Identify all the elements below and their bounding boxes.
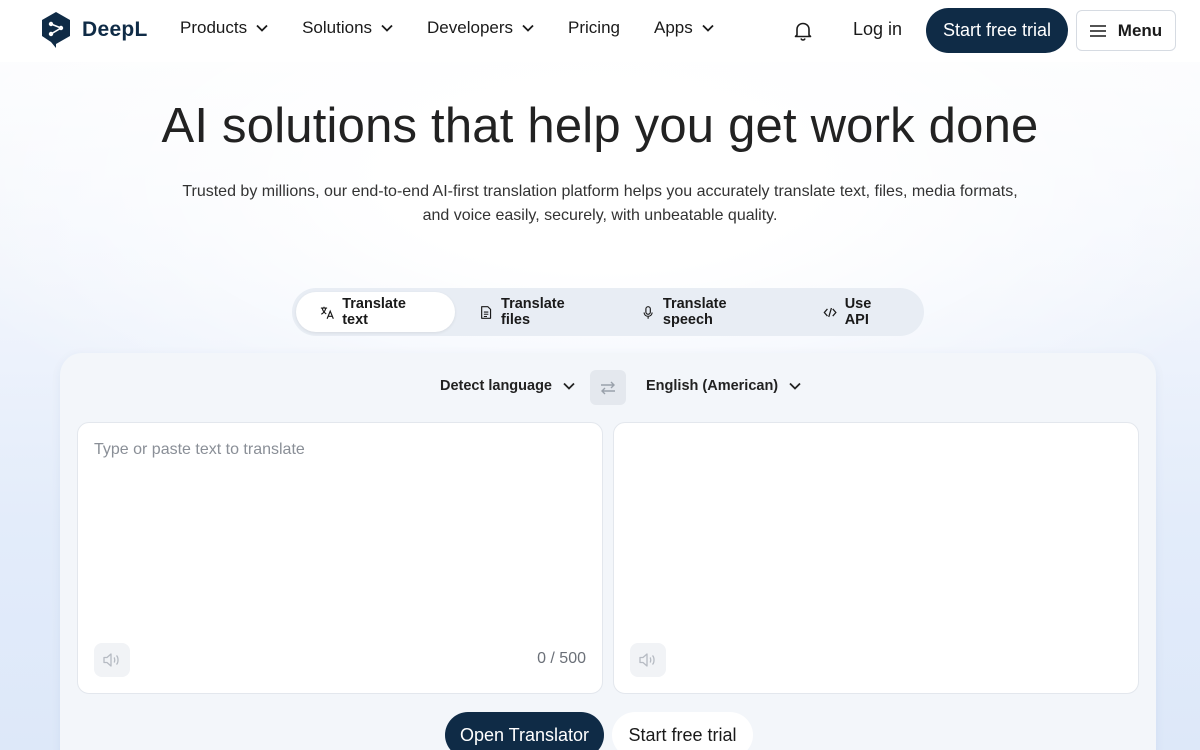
nav-item-pricing[interactable]: Pricing [568,18,620,38]
nav-item-developers[interactable]: Developers [427,18,534,38]
source-text-input[interactable]: Type or paste text to translate 0 / 500 [77,422,603,694]
deepl-logo[interactable]: DeepL [40,11,148,49]
source-language-select[interactable]: Detect language [440,378,575,394]
tab-label: Translate speech [662,296,727,328]
nav-item-apps[interactable]: Apps [654,18,714,38]
file-icon [480,305,491,319]
nav-item-label: Developers [427,18,514,37]
tab-label: Translate text [342,296,406,328]
tab-translate-speech[interactable]: Translate speech [617,292,799,332]
chevron-down-icon [522,24,534,32]
tab-label: Use API [844,296,872,328]
open-translator-button[interactable]: Open Translator [445,712,604,750]
start-free-trial-secondary-button[interactable]: Start free trial [612,712,753,750]
nav-item-label: Pricing [568,18,620,37]
tab-translate-text[interactable]: Translate text [296,292,455,332]
translate-icon [320,306,334,319]
tab-translate-files[interactable]: Translate files [455,292,617,332]
bell-icon[interactable] [792,20,814,42]
source-language-label: Detect language [440,378,552,394]
speaker-icon [103,653,119,667]
start-free-trial-button[interactable]: Start free trial [926,8,1068,53]
target-language-select[interactable]: English (American) [646,378,801,394]
nav-item-products[interactable]: Products [180,18,268,38]
swap-languages-button[interactable] [590,370,626,405]
hamburger-icon [1089,24,1106,37]
character-counter: 0 / 500 [537,650,586,667]
nav-item-label: Products [180,18,248,37]
translation-output [613,422,1139,694]
nav-item-solutions[interactable]: Solutions [302,18,393,38]
hero-subtitle: Trusted by millions, our end-to-end AI-f… [182,183,1018,224]
target-language-label: English (American) [646,378,779,394]
site-header: DeepL Products Solutions Developers Pric… [0,0,1200,62]
listen-source-button[interactable] [94,643,130,677]
hero-title: AI solutions that help you get work done [161,99,1039,153]
microphone-icon [643,305,653,319]
swap-arrows-icon [601,381,615,394]
nav-item-label: Apps [654,18,693,37]
chevron-down-icon [563,382,575,390]
menu-button-label: Menu [1117,20,1163,40]
chevron-down-icon [702,24,714,32]
code-icon [823,307,837,317]
page: DeepL Products Solutions Developers Pric… [0,0,1200,750]
listen-translation-button[interactable] [630,643,666,677]
product-tabs: Translate text Translate files Translate… [292,288,924,336]
main-nav: Products Solutions Developers Pricing Ap… [180,18,748,38]
chevron-down-icon [381,24,393,32]
menu-button[interactable]: Menu [1076,10,1176,51]
login-link[interactable]: Log in [853,19,902,40]
chevron-down-icon [256,24,268,32]
deepl-logo-icon [42,12,70,48]
input-placeholder: Type or paste text to translate [94,441,305,458]
brand-name: DeepL [82,18,148,41]
tab-label: Translate files [501,296,565,328]
tab-use-api[interactable]: Use API [799,292,921,332]
chevron-down-icon [789,382,801,390]
nav-item-label: Solutions [302,18,373,37]
speaker-icon [639,653,655,667]
